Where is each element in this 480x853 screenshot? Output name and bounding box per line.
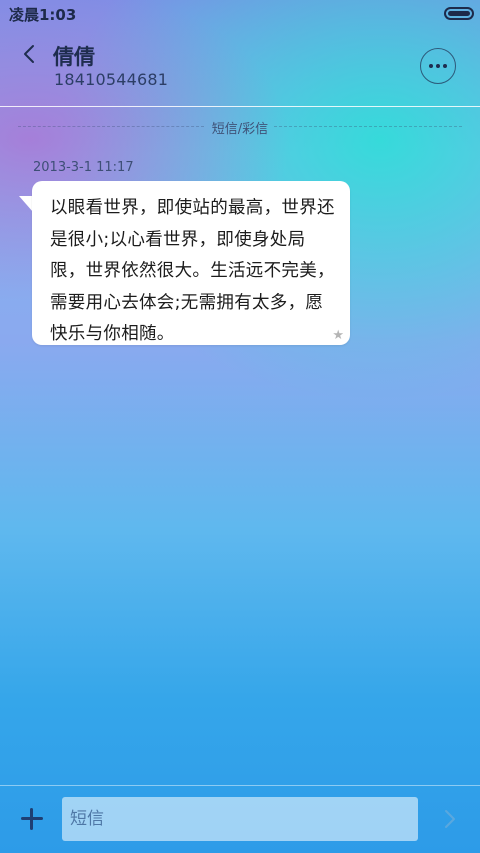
chevron-right-icon	[445, 810, 455, 828]
chevron-left-icon	[24, 45, 34, 63]
compose-bar-divider	[0, 785, 480, 786]
sms-conversation-screen: 凌晨1:03 倩倩 18410544681 短信/彩信 2013-3-1 11:…	[0, 0, 480, 853]
message-text: 以眼看世界，即使站的最高，世界还是很小;以心看世界，即使身处局限，世界依然很大。…	[50, 198, 335, 344]
message-timestamp: 2013-3-1 11:17	[33, 160, 134, 175]
message-input[interactable]	[62, 797, 418, 841]
more-horizontal-icon	[429, 64, 433, 68]
status-time: 凌晨1:03	[9, 6, 77, 24]
more-options-button[interactable]	[420, 48, 456, 84]
status-bar: 凌晨1:03	[0, 0, 480, 28]
header-divider	[0, 106, 480, 107]
contact-number[interactable]: 18410544681	[54, 70, 168, 89]
message-type-separator: 短信/彩信	[18, 118, 462, 137]
send-button[interactable]	[436, 805, 464, 833]
battery-level-fill	[448, 11, 470, 16]
add-attachment-button[interactable]	[18, 805, 46, 833]
conversation-header: 倩倩 18410544681	[0, 28, 480, 106]
separator-line-right	[274, 126, 462, 127]
back-button[interactable]	[16, 40, 44, 68]
message-type-label: 短信/彩信	[211, 122, 269, 137]
battery-icon	[444, 7, 474, 20]
compose-bar	[0, 785, 480, 853]
contact-name[interactable]: 倩倩	[53, 41, 95, 71]
message-bubble[interactable]: 以眼看世界，即使站的最高，世界还是很小;以心看世界，即使身处局限，世界依然很大。…	[32, 181, 350, 345]
bubble-tail	[19, 196, 33, 212]
star-icon[interactable]: ★	[332, 328, 344, 343]
